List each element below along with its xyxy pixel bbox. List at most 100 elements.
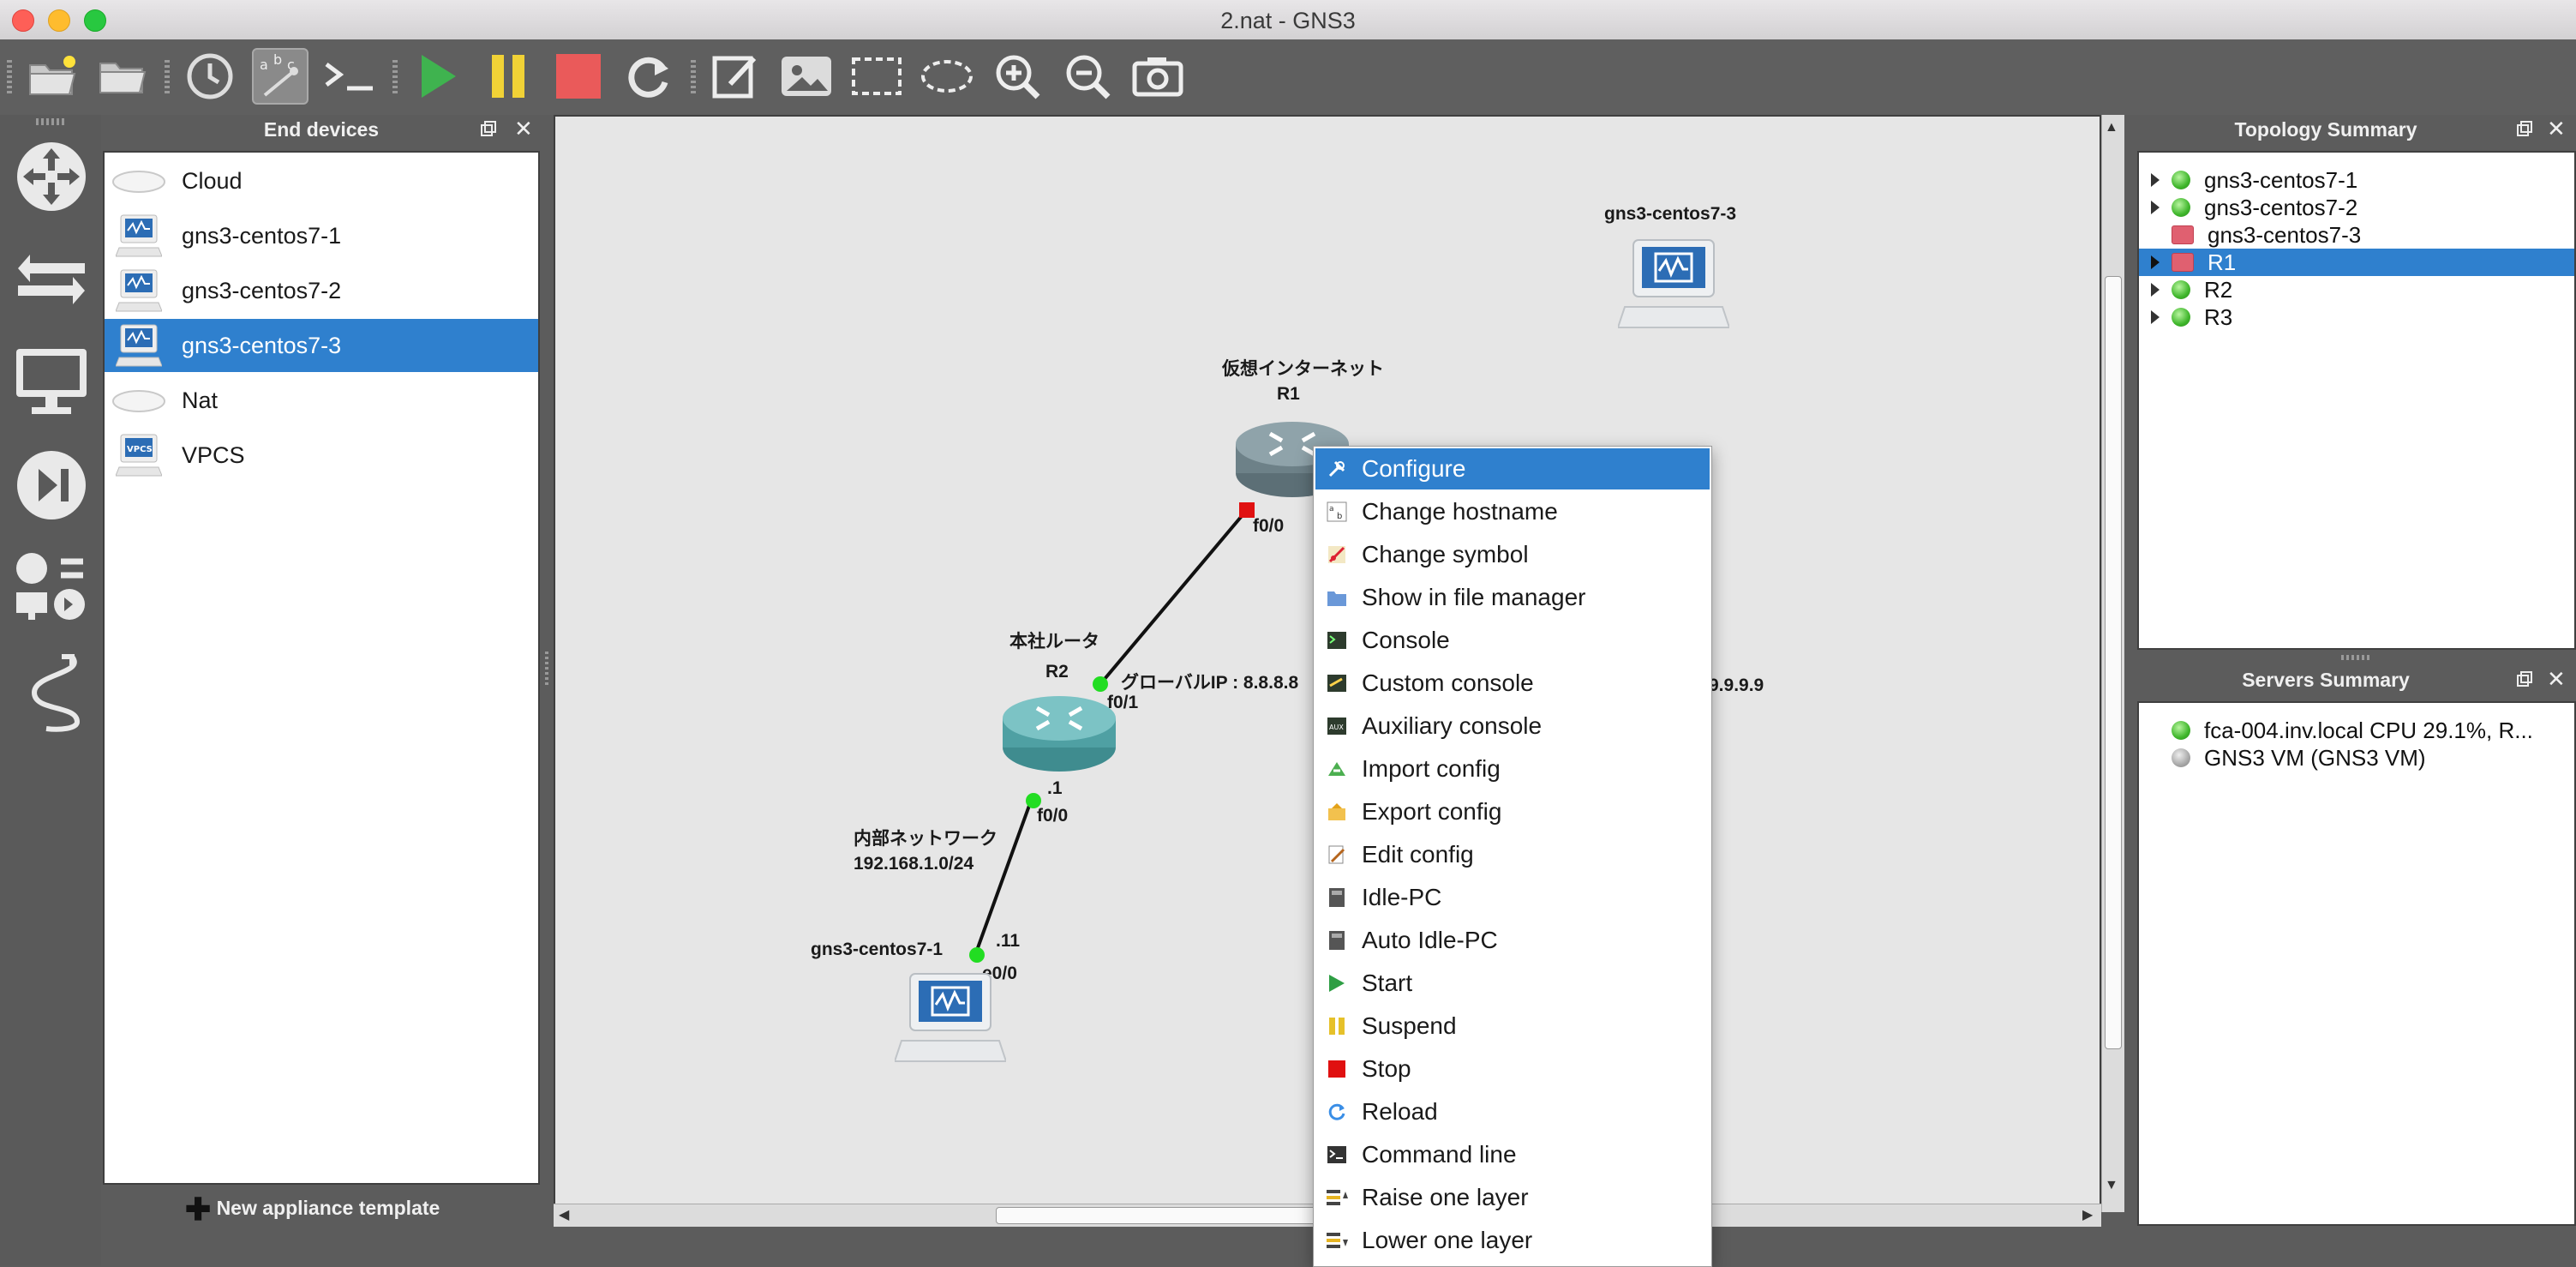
expand-arrow-icon[interactable] <box>2151 283 2160 297</box>
link-r1-r2 <box>1099 509 1248 686</box>
router-icon[interactable] <box>999 693 1119 779</box>
expand-arrow-icon[interactable] <box>2151 255 2160 269</box>
suspend-all-icon[interactable] <box>480 48 536 105</box>
menu-item-edit-config[interactable]: Edit config <box>1315 834 1710 875</box>
undock-button[interactable] <box>480 120 497 137</box>
console-all-icon[interactable] <box>322 48 379 105</box>
undock-button[interactable] <box>2516 120 2533 137</box>
window-title: 2.nat - GNS3 <box>1220 8 1356 33</box>
scroll-right-icon[interactable]: ▶ <box>2082 1206 2093 1223</box>
insert-picture-icon[interactable] <box>778 48 835 105</box>
custom-console-icon <box>1326 672 1348 694</box>
scroll-left-icon[interactable]: ◀ <box>559 1206 569 1223</box>
import-icon <box>1326 758 1348 780</box>
close-panel-button[interactable]: ✕ <box>514 117 535 140</box>
menu-item-raise-one-layer[interactable]: Raise one layer <box>1315 1177 1710 1218</box>
menu-item-command-line[interactable]: Command line <box>1315 1134 1710 1175</box>
tree-item-gns3-centos7-3[interactable]: gns3-centos7-3 <box>2139 221 2574 249</box>
stop-all-icon[interactable] <box>550 48 607 105</box>
canvas-vertical-scrollbar[interactable]: ▲ ▼ <box>2101 115 2124 1212</box>
new-project-icon[interactable] <box>24 48 81 105</box>
cloud-icon <box>108 154 170 207</box>
server-item-gns3-vm[interactable]: GNS3 VM (GNS3 VM) <box>2139 744 2574 772</box>
menu-item-start[interactable]: Start <box>1315 963 1710 1004</box>
tree-item-r1[interactable]: R1 <box>2139 249 2574 276</box>
server-item-local[interactable]: fca-004.inv.local CPU 29.1%, R... <box>2139 717 2574 744</box>
status-disconnected-icon <box>2172 748 2190 767</box>
snapshot-icon[interactable] <box>182 48 238 105</box>
list-item-nat[interactable]: Nat <box>105 374 538 427</box>
splitter-handle[interactable] <box>2341 655 2372 660</box>
routers-icon[interactable] <box>10 135 93 218</box>
menu-item-suspend[interactable]: Suspend <box>1315 1006 1710 1047</box>
console-icon <box>1326 629 1348 652</box>
svg-text:a: a <box>1329 505 1334 513</box>
idle-pc-icon <box>1326 886 1348 909</box>
computer-icon[interactable] <box>893 970 1008 1074</box>
node-title-r1: 仮想インターネット <box>1222 359 1384 379</box>
screenshot-icon[interactable] <box>1129 48 1186 105</box>
menu-item-import-config[interactable]: Import config <box>1315 748 1710 790</box>
menu-item-show-in-file-manager[interactable]: Show in file manager <box>1315 577 1710 618</box>
folder-icon <box>1326 586 1348 609</box>
show-interface-labels-icon[interactable]: abc <box>252 48 309 105</box>
status-connected-icon <box>2172 721 2190 740</box>
menu-item-auxiliary-console[interactable]: AUX Auxiliary console <box>1315 706 1710 747</box>
menu-item-configure[interactable]: Configure <box>1315 448 1710 489</box>
switches-icon[interactable] <box>10 238 93 321</box>
tree-item-gns3-centos7-1[interactable]: gns3-centos7-1 <box>2139 166 2574 194</box>
menu-item-reload[interactable]: Reload <box>1315 1091 1710 1132</box>
splitter-handle[interactable] <box>545 652 548 686</box>
list-item-gns3-centos7-3[interactable]: gns3-centos7-3 <box>105 319 538 372</box>
tree-item-r2[interactable]: R2 <box>2139 276 2574 303</box>
scroll-down-icon[interactable]: ▼ <box>2105 1178 2118 1193</box>
list-item-cloud[interactable]: Cloud <box>105 154 538 207</box>
list-item-vpcs[interactable]: VPCS VPCS <box>105 429 538 482</box>
security-devices-icon[interactable] <box>10 444 93 526</box>
node-name-pc1: gns3-centos7-1 <box>811 940 944 959</box>
menu-item-change-symbol[interactable]: Change symbol <box>1315 534 1710 575</box>
menu-item-custom-console[interactable]: Custom console <box>1315 663 1710 704</box>
menu-item-export-config[interactable]: Export config <box>1315 791 1710 832</box>
list-item-gns3-centos7-2[interactable]: gns3-centos7-2 <box>105 264 538 317</box>
status-stopped-icon <box>2172 253 2194 272</box>
vertical-scroll-thumb[interactable] <box>2105 276 2122 1049</box>
edit-icon <box>1326 844 1348 866</box>
reload-all-icon[interactable] <box>620 48 677 105</box>
draw-rectangle-icon[interactable] <box>848 48 905 105</box>
all-devices-icon[interactable] <box>10 547 93 629</box>
expand-arrow-icon[interactable] <box>2151 310 2160 324</box>
menu-item-auto-idle-pc[interactable]: Auto Idle-PC <box>1315 920 1710 961</box>
close-panel-button[interactable]: ✕ <box>2547 117 2567 140</box>
add-note-icon[interactable] <box>708 48 764 105</box>
zoom-out-icon[interactable] <box>1059 48 1116 105</box>
add-link-icon[interactable] <box>10 650 93 732</box>
list-item-gns3-centos7-1[interactable]: gns3-centos7-1 <box>105 209 538 262</box>
computer-icon[interactable] <box>1616 237 1731 340</box>
menu-item-change-hostname[interactable]: ab Change hostname <box>1315 491 1710 532</box>
open-project-icon[interactable] <box>94 48 151 105</box>
menu-item-idle-pc[interactable]: Idle-PC <box>1315 877 1710 918</box>
computer-icon <box>108 319 170 372</box>
start-all-icon[interactable] <box>410 48 466 105</box>
undock-button[interactable] <box>2516 670 2533 688</box>
draw-ellipse-icon[interactable] <box>919 48 975 105</box>
svg-text:a: a <box>260 57 268 73</box>
expand-arrow-icon[interactable] <box>2151 201 2160 214</box>
start-icon <box>1326 972 1348 994</box>
tree-item-gns3-centos7-2[interactable]: gns3-centos7-2 <box>2139 194 2574 221</box>
scroll-up-icon[interactable]: ▲ <box>2105 120 2118 135</box>
new-appliance-template-button[interactable]: ✚ New appliance template <box>185 1192 440 1228</box>
menu-item-stop[interactable]: Stop <box>1315 1048 1710 1090</box>
horizontal-scroll-thumb[interactable] <box>996 1207 1323 1224</box>
stop-icon <box>1326 1058 1348 1080</box>
close-panel-button[interactable]: ✕ <box>2547 668 2567 690</box>
expand-arrow-icon[interactable] <box>2151 173 2160 187</box>
menu-item-lower-one-layer[interactable]: Lower one layer <box>1315 1220 1710 1261</box>
zoom-in-icon[interactable] <box>989 48 1045 105</box>
end-devices-icon[interactable] <box>10 341 93 423</box>
menu-item-console[interactable]: Console <box>1315 620 1710 661</box>
reload-icon <box>1326 1101 1348 1123</box>
tree-item-r3[interactable]: R3 <box>2139 303 2574 331</box>
aux-console-icon: AUX <box>1326 715 1348 737</box>
